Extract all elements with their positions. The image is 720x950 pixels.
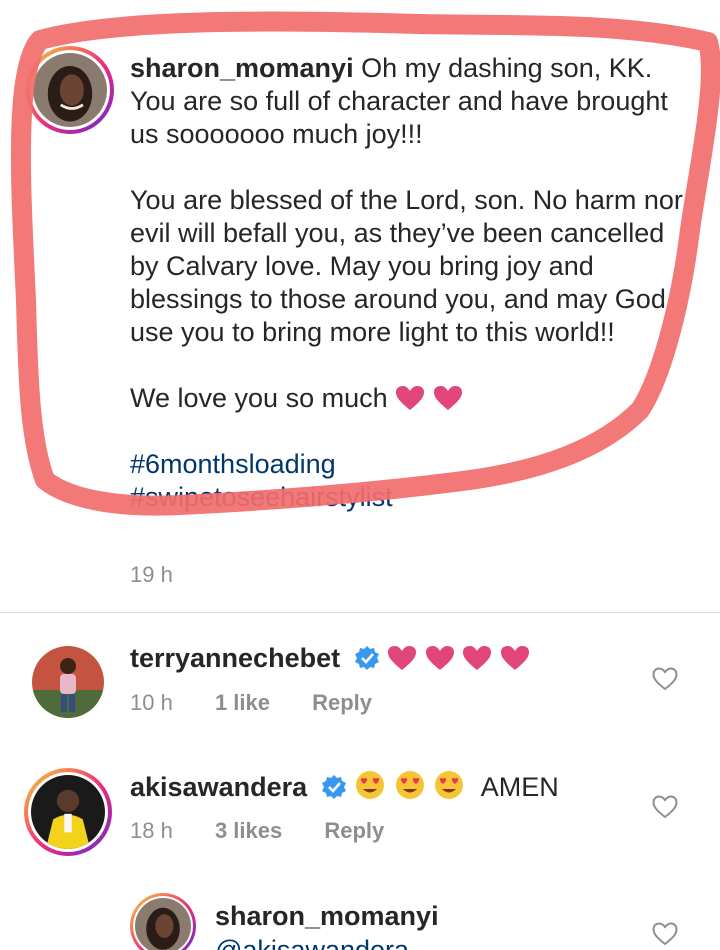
heart-emoji-icon (425, 646, 454, 670)
heart-eyes-emojis (354, 771, 473, 802)
smiling-heart-eyes-emoji-icon (435, 771, 464, 799)
hashtag-link[interactable]: #6monthsloading (130, 448, 690, 481)
commenter-username[interactable]: akisawandera (130, 772, 307, 802)
comment-meta: 10 h 1 like Reply (130, 690, 408, 716)
like-heart-icon[interactable] (652, 922, 678, 946)
heart-emoji-icon (388, 646, 417, 670)
heart-emoji-icon (396, 386, 425, 410)
like-heart-icon[interactable] (652, 795, 678, 819)
verified-badge-icon (321, 775, 346, 799)
avatar-photo (31, 775, 105, 849)
comment-text: AMEN (480, 772, 559, 802)
post-timestamp: 19 h (130, 562, 173, 587)
reply-avatar[interactable] (130, 893, 196, 950)
hashtag-link[interactable]: #swipetoseehairstylist (130, 481, 690, 514)
avatar-photo (33, 53, 107, 127)
reply-mention-row: @akisawandera (215, 934, 409, 950)
divider (0, 612, 720, 613)
commenter-avatar[interactable] (24, 768, 112, 856)
comment-row: terryannechebet (130, 642, 530, 675)
commenter-avatar[interactable] (32, 646, 104, 718)
like-heart-icon[interactable] (652, 667, 678, 691)
post-caption: sharon_momanyi Oh my dashing son, KK. Yo… (130, 52, 690, 514)
caption-text-3: We love you so much (130, 383, 388, 413)
smiling-heart-eyes-emoji-icon (395, 771, 424, 799)
reply-row: sharon_momanyi (215, 900, 439, 933)
post-author-avatar[interactable] (26, 46, 114, 134)
caption-text-2: You are blessed of the Lord, son. No har… (130, 185, 683, 347)
heart-emoji-icon (463, 646, 492, 670)
comment-like-count[interactable]: 1 like (215, 690, 270, 715)
reply-mention[interactable]: @akisawandera (215, 935, 409, 950)
commenter-username[interactable]: terryannechebet (130, 643, 340, 673)
comment-row: akisawandera AMEN (130, 770, 559, 804)
post-author-username[interactable]: sharon_momanyi (130, 53, 354, 83)
verified-badge-icon (354, 646, 379, 670)
avatar-photo (135, 898, 191, 950)
avatar-photo (32, 646, 104, 718)
heart-emoji-icon (500, 646, 529, 670)
comment-timestamp: 18 h (130, 818, 173, 843)
comment-timestamp: 10 h (130, 690, 173, 715)
smiling-heart-eyes-emoji-icon (356, 771, 385, 799)
comment-hearts (387, 643, 530, 673)
reply-button[interactable]: Reply (324, 818, 384, 843)
reply-username[interactable]: sharon_momanyi (215, 901, 439, 931)
reply-button[interactable]: Reply (312, 690, 372, 715)
comment-meta: 18 h 3 likes Reply (130, 818, 420, 844)
comment-like-count[interactable]: 3 likes (215, 818, 282, 843)
heart-emoji-pair (395, 383, 463, 413)
heart-emoji-icon (433, 386, 462, 410)
